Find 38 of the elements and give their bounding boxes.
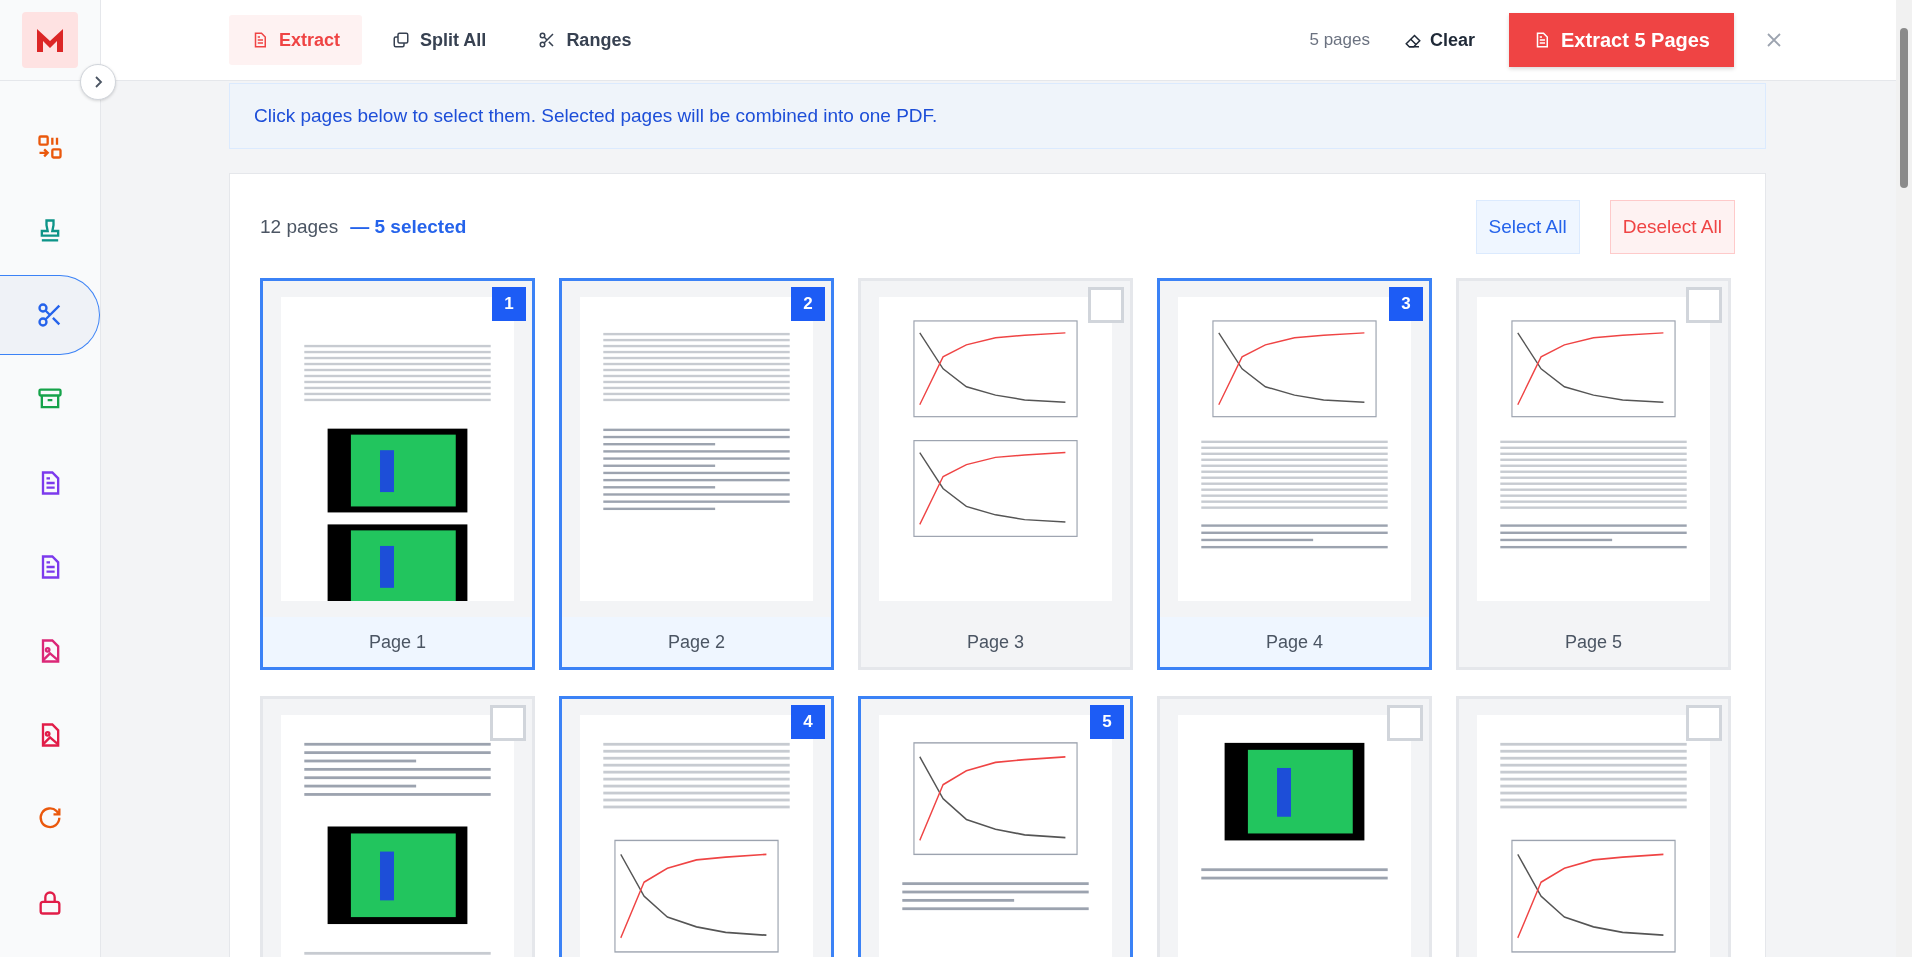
page-checkbox[interactable] [1686, 287, 1722, 323]
selection-order-badge: 2 [791, 287, 825, 321]
selection-order-badge: 5 [1090, 705, 1124, 739]
select-all-button[interactable]: Select All [1475, 200, 1580, 254]
scrollbar[interactable] [1896, 0, 1912, 957]
copy-icon [392, 31, 411, 49]
page-card[interactable]: Page 2 2 [559, 278, 834, 670]
info-banner: Click pages below to select them. Selected pages will be combined into one PDF. [229, 83, 1766, 149]
page-card[interactable]: 5 [858, 696, 1133, 957]
page-checkbox[interactable] [1686, 705, 1722, 741]
page-card[interactable]: Page 1 1 [260, 278, 535, 670]
page-card[interactable]: 4 [559, 696, 834, 957]
eraser-icon [1404, 31, 1422, 49]
page-card[interactable]: Page 4 3 [1157, 278, 1432, 670]
clear-button[interactable]: Clear [1404, 29, 1475, 51]
selection-order-badge: 1 [492, 287, 526, 321]
mode-tab[interactable]: Ranges [516, 15, 654, 65]
page-card[interactable]: Page 5 [1456, 278, 1731, 670]
page-label: Page 2 [562, 617, 831, 667]
selection-order-badge: 3 [1389, 287, 1423, 321]
selection-order-badge: 4 [791, 705, 825, 739]
page-label: Page 1 [263, 617, 532, 667]
page-count: 5 pages [1309, 30, 1370, 50]
page-label: Page 4 [1160, 617, 1429, 667]
close-icon [1766, 32, 1782, 48]
sidebar-tool[interactable] [0, 275, 100, 355]
page-card[interactable]: Page 3 [858, 278, 1133, 670]
selected-count: — 5 selected [350, 216, 467, 238]
total-pages: 12 pages [260, 216, 339, 238]
page-checkbox[interactable] [1088, 287, 1124, 323]
app-logo[interactable] [22, 12, 78, 68]
expand-sidebar-button[interactable] [80, 64, 116, 100]
page-checkbox[interactable] [1387, 705, 1423, 741]
close-button[interactable] [1766, 32, 1782, 48]
scissors-icon [538, 31, 557, 49]
mode-tab[interactable]: Split All [370, 15, 509, 65]
page-checkbox[interactable] [490, 705, 526, 741]
extract-pages-button[interactable]: Extract 5 Pages [1509, 13, 1734, 67]
